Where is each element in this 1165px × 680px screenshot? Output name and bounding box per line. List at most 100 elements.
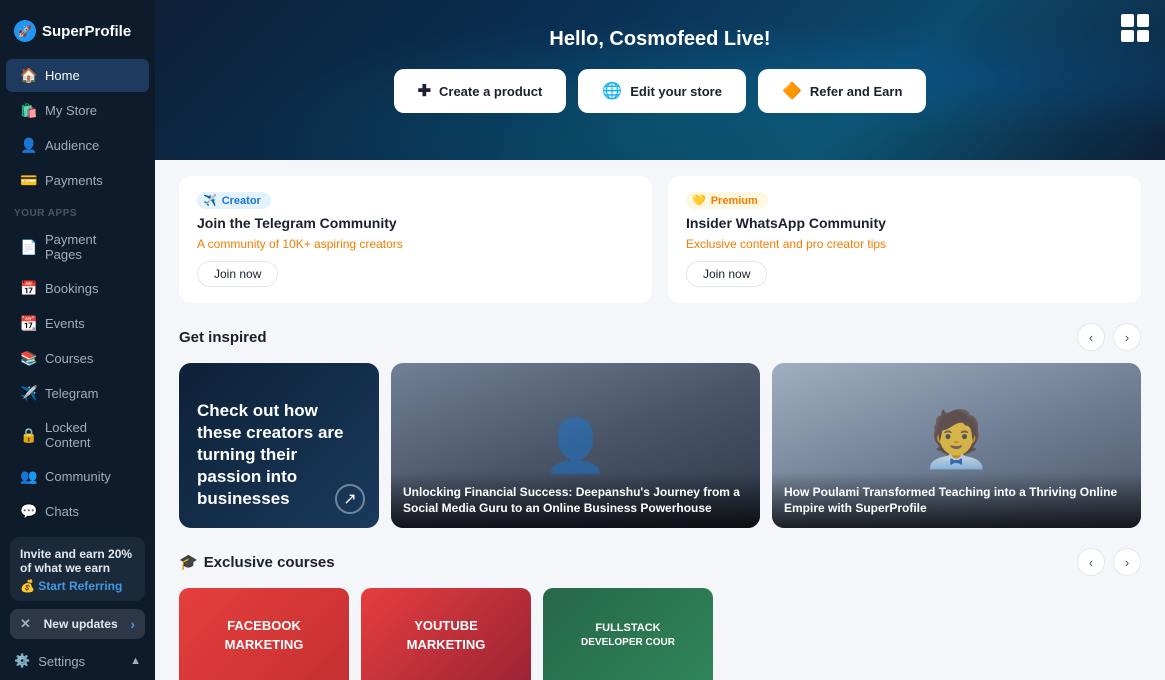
settings-icon: ⚙️	[14, 653, 30, 669]
telegram-community-card: ✈️ Creator Join the Telegram Community A…	[179, 176, 652, 303]
referral-title: Invite and earn 20% of what we earn	[20, 547, 135, 575]
telegram-card-title: Join the Telegram Community	[197, 215, 634, 231]
arrow-circle-icon: ↗	[335, 484, 365, 514]
logo-icon: 🚀	[14, 20, 36, 42]
content-area: ✈️ Creator Join the Telegram Community A…	[155, 160, 1165, 680]
edit-store-button[interactable]: 🌐 Edit your store	[578, 69, 746, 113]
plus-icon: ✚	[418, 81, 431, 101]
sidebar-label-events: Events	[45, 316, 85, 331]
home-icon: 🏠	[20, 67, 36, 84]
courses-icon: 📚	[20, 350, 36, 367]
main-content: Hello, Cosmofeed Live! ✚ Create a produc…	[155, 0, 1165, 680]
sidebar-item-chats[interactable]: 💬 Chats	[6, 495, 149, 528]
sidebar-item-community[interactable]: 👥 Community	[6, 460, 149, 493]
whatsapp-join-button[interactable]: Join now	[686, 261, 767, 287]
telegram-icon: ✈️	[20, 385, 36, 402]
chats-icon: 💬	[20, 503, 36, 520]
inspired-section-title: Get inspired	[179, 329, 267, 346]
inspired-main-card[interactable]: Check out how these creators are turning…	[179, 363, 379, 528]
sidebar-item-bookings[interactable]: 📅 Bookings	[6, 272, 149, 305]
chevron-down-icon: ▲	[130, 655, 141, 667]
inspired-nav-arrows: ‹ ›	[1077, 323, 1141, 351]
greeting-title: Hello, Cosmofeed Live!	[185, 28, 1135, 51]
refer-earn-button[interactable]: 🔶 Refer and Earn	[758, 69, 926, 113]
sidebar-label-locked-content: Locked Content	[45, 420, 135, 450]
sidebar-item-settings[interactable]: ⚙️ Settings ▲	[0, 645, 155, 677]
bookings-icon: 📅	[20, 280, 36, 297]
community-cards: ✈️ Creator Join the Telegram Community A…	[179, 176, 1141, 303]
card-overlay-1: Unlocking Financial Success: Deepanshu's…	[391, 472, 760, 528]
sidebar: 🚀 SuperProfile 🏠 Home 🛍️ My Store 👤 Audi…	[0, 0, 155, 680]
course-thumb-facebook: FACEBOOK MARKETING	[179, 588, 349, 680]
courses-emoji: 🎓	[179, 553, 198, 571]
refer-icon: 🔶	[782, 81, 802, 101]
inspired-prev-button[interactable]: ‹	[1077, 323, 1105, 351]
telegram-join-button[interactable]: Join now	[197, 261, 278, 287]
course-thumb-youtube: YOUTUBE MARKETING	[361, 588, 531, 680]
globe-icon: 🌐	[602, 81, 622, 101]
telegram-badge-icon: ✈️	[203, 194, 217, 207]
locked-content-icon: 🔒	[20, 427, 36, 444]
card-overlay-text-1: Unlocking Financial Success: Deepanshu's…	[403, 484, 748, 516]
whatsapp-community-card: 💛 Premium Insider WhatsApp Community Exc…	[668, 176, 1141, 303]
sidebar-label-payments: Payments	[45, 173, 103, 188]
store-icon: 🛍️	[20, 102, 36, 119]
whatsapp-card-title: Insider WhatsApp Community	[686, 215, 1123, 231]
course-card-fullstack[interactable]: FULLSTACK DEVELOPER COUR Full Stack Deve…	[543, 588, 713, 680]
sidebar-item-audience[interactable]: 👤 Audience	[6, 129, 149, 162]
sidebar-label-community: Community	[45, 469, 111, 484]
events-icon: 📆	[20, 315, 36, 332]
courses-nav-arrows: ‹ ›	[1077, 548, 1141, 576]
sidebar-item-courses[interactable]: 📚 Courses	[6, 342, 149, 375]
sidebar-item-payments[interactable]: 💳 Payments	[6, 164, 149, 197]
inspired-photo-card-1[interactable]: Unlocking Financial Success: Deepanshu's…	[391, 363, 760, 528]
sidebar-item-my-store[interactable]: 🛍️ My Store	[6, 94, 149, 127]
courses-prev-button[interactable]: ‹	[1077, 548, 1105, 576]
courses-next-button[interactable]: ›	[1113, 548, 1141, 576]
sidebar-label-bookings: Bookings	[45, 281, 98, 296]
premium-badge-icon: 💛	[692, 194, 706, 207]
referral-box: Invite and earn 20% of what we earn 💰 St…	[10, 537, 145, 601]
hero-banner: Hello, Cosmofeed Live! ✚ Create a produc…	[155, 0, 1165, 160]
course-card-youtube[interactable]: YOUTUBE MARKETING YouTube Marketing	[361, 588, 531, 680]
payments-icon: 💳	[20, 172, 36, 189]
sidebar-label-home: Home	[45, 68, 80, 83]
sidebar-item-events[interactable]: 📆 Events	[6, 307, 149, 340]
sidebar-label-my-store: My Store	[45, 103, 97, 118]
inspired-next-button[interactable]: ›	[1113, 323, 1141, 351]
premium-badge: 💛 Premium	[686, 192, 768, 209]
course-thumb-fullstack: FULLSTACK DEVELOPER COUR	[543, 588, 713, 680]
audience-icon: 👤	[20, 137, 36, 154]
sidebar-item-payment-pages[interactable]: 📄 Payment Pages	[6, 224, 149, 270]
card-overlay-text-2: How Poulami Transformed Teaching into a …	[784, 484, 1129, 516]
telegram-card-desc: A community of 10K+ aspiring creators	[197, 237, 634, 251]
card-overlay-2: How Poulami Transformed Teaching into a …	[772, 472, 1141, 528]
course-card-facebook[interactable]: FACEBOOK MARKETING Facebook Marketing	[179, 588, 349, 680]
courses-cards: FACEBOOK MARKETING Facebook Marketing YO…	[179, 588, 1141, 680]
sidebar-item-home[interactable]: 🏠 Home	[6, 59, 149, 92]
new-updates-label: New updates	[44, 617, 118, 631]
courses-section-header: 🎓 Exclusive courses ‹ ›	[179, 548, 1141, 576]
payment-pages-icon: 📄	[20, 239, 36, 256]
close-icon[interactable]: ✕	[20, 616, 31, 632]
action-buttons: ✚ Create a product 🌐 Edit your store 🔶 R…	[185, 69, 1135, 113]
inspired-photo-card-2[interactable]: How Poulami Transformed Teaching into a …	[772, 363, 1141, 528]
inspired-cards: Check out how these creators are turning…	[179, 363, 1141, 528]
sidebar-label-chats: Chats	[45, 504, 79, 519]
sidebar-label-audience: Audience	[45, 138, 99, 153]
create-product-button[interactable]: ✚ Create a product	[394, 69, 567, 113]
sidebar-label-courses: Courses	[45, 351, 93, 366]
referral-emoji: 💰	[20, 579, 35, 593]
sidebar-label-telegram: Telegram	[45, 386, 98, 401]
settings-label: Settings	[38, 654, 85, 669]
courses-section-title: 🎓 Exclusive courses	[179, 553, 335, 571]
new-updates-bar[interactable]: ✕ New updates ›	[10, 609, 145, 639]
inspired-section-header: Get inspired ‹ ›	[179, 323, 1141, 351]
app-logo[interactable]: 🚀 SuperProfile	[0, 12, 155, 58]
sidebar-item-locked-content[interactable]: 🔒 Locked Content	[6, 412, 149, 458]
referral-link[interactable]: 💰 Start Referring	[20, 579, 135, 593]
community-icon: 👥	[20, 468, 36, 485]
creator-badge: ✈️ Creator	[197, 192, 271, 209]
whatsapp-card-desc: Exclusive content and pro creator tips	[686, 237, 1123, 251]
sidebar-item-telegram[interactable]: ✈️ Telegram	[6, 377, 149, 410]
